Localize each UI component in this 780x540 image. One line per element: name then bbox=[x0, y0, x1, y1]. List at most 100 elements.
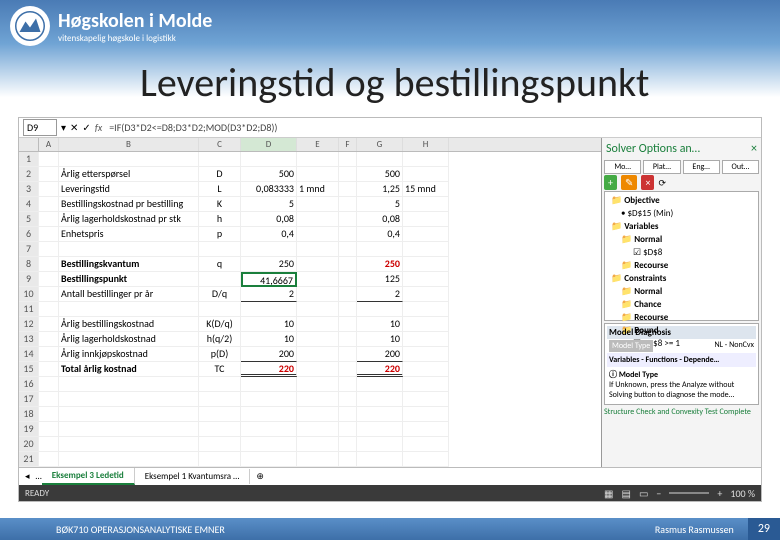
cell[interactable] bbox=[403, 257, 449, 272]
row-header[interactable]: 5 bbox=[19, 212, 39, 227]
cell[interactable]: 1,25 bbox=[357, 182, 403, 197]
cell[interactable] bbox=[297, 302, 339, 317]
cell[interactable] bbox=[199, 242, 241, 257]
cell[interactable] bbox=[403, 452, 449, 467]
cell[interactable] bbox=[199, 152, 241, 167]
cell[interactable] bbox=[297, 422, 339, 437]
cell[interactable] bbox=[403, 362, 449, 377]
zoom-in-icon[interactable]: + bbox=[717, 487, 722, 500]
view-normal-icon[interactable]: ▦ bbox=[604, 487, 613, 500]
cell[interactable]: 2 bbox=[357, 287, 403, 302]
cell[interactable]: Enhetspris bbox=[59, 227, 199, 242]
row-header[interactable]: 4 bbox=[19, 197, 39, 212]
cell[interactable] bbox=[297, 347, 339, 362]
cell[interactable] bbox=[297, 212, 339, 227]
tab-scroll-left-icon[interactable]: ◂ bbox=[19, 471, 36, 482]
cell[interactable]: TC bbox=[199, 362, 241, 377]
row-header[interactable]: 13 bbox=[19, 332, 39, 347]
cell[interactable]: 220 bbox=[357, 362, 403, 377]
cell[interactable] bbox=[297, 287, 339, 302]
cell[interactable] bbox=[403, 272, 449, 287]
cell[interactable] bbox=[403, 392, 449, 407]
row-header[interactable]: 10 bbox=[19, 287, 39, 302]
cell[interactable] bbox=[241, 242, 297, 257]
cell[interactable] bbox=[297, 152, 339, 167]
cell[interactable] bbox=[199, 452, 241, 467]
col-G[interactable]: G bbox=[357, 138, 403, 151]
fx-icon[interactable]: fx bbox=[95, 121, 102, 134]
tree-item[interactable]: 📁 Constraints bbox=[607, 272, 756, 285]
row-header[interactable]: 12 bbox=[19, 317, 39, 332]
cell[interactable] bbox=[357, 377, 403, 392]
cell[interactable] bbox=[403, 167, 449, 182]
cell[interactable] bbox=[199, 407, 241, 422]
cell[interactable]: Årlig bestillingskostnad bbox=[59, 317, 199, 332]
cell[interactable]: 250 bbox=[241, 257, 297, 272]
view-layout-icon[interactable]: ▤ bbox=[622, 487, 631, 500]
cell[interactable] bbox=[403, 212, 449, 227]
row-header[interactable]: 20 bbox=[19, 437, 39, 452]
cell[interactable] bbox=[403, 227, 449, 242]
cell[interactable]: 5 bbox=[241, 197, 297, 212]
cell[interactable]: Leveringstid bbox=[59, 182, 199, 197]
cell[interactable] bbox=[59, 242, 199, 257]
accept-icon[interactable]: ✓ bbox=[82, 121, 90, 134]
tree-item[interactable]: 📁 Normal bbox=[607, 233, 756, 246]
cell[interactable] bbox=[297, 392, 339, 407]
change-button[interactable]: ✎ bbox=[621, 175, 637, 190]
zoom-value[interactable]: 100 % bbox=[730, 487, 755, 500]
cell[interactable] bbox=[241, 452, 297, 467]
cell[interactable] bbox=[59, 302, 199, 317]
cell[interactable] bbox=[297, 332, 339, 347]
col-A[interactable]: A bbox=[39, 138, 59, 151]
pane-tab[interactable]: Mo… bbox=[604, 160, 641, 174]
pane-tab[interactable]: Out… bbox=[722, 160, 759, 174]
cell[interactable] bbox=[59, 422, 199, 437]
cell[interactable] bbox=[403, 287, 449, 302]
cell[interactable] bbox=[59, 407, 199, 422]
tree-item[interactable]: 📁 Objective bbox=[607, 194, 756, 207]
col-E[interactable]: E bbox=[297, 138, 339, 151]
cell[interactable] bbox=[241, 377, 297, 392]
cell[interactable]: Bestillingspunkt bbox=[59, 272, 199, 287]
cell[interactable] bbox=[59, 377, 199, 392]
tree-item[interactable]: • $D$15 (Min) bbox=[607, 207, 756, 220]
cell[interactable] bbox=[199, 302, 241, 317]
cell[interactable] bbox=[59, 452, 199, 467]
cell[interactable]: p(D) bbox=[199, 347, 241, 362]
cell[interactable]: L bbox=[199, 182, 241, 197]
cell[interactable] bbox=[297, 257, 339, 272]
cell[interactable]: K bbox=[199, 197, 241, 212]
cell[interactable] bbox=[297, 452, 339, 467]
cell[interactable] bbox=[241, 407, 297, 422]
cell[interactable] bbox=[357, 152, 403, 167]
row-header[interactable]: 18 bbox=[19, 407, 39, 422]
cell[interactable] bbox=[241, 422, 297, 437]
cell[interactable] bbox=[357, 437, 403, 452]
pane-tab[interactable]: Eng… bbox=[683, 160, 720, 174]
cell[interactable] bbox=[241, 152, 297, 167]
cell[interactable] bbox=[241, 392, 297, 407]
cell[interactable]: 220 bbox=[241, 362, 297, 377]
zoom-slider[interactable] bbox=[669, 492, 709, 494]
cell[interactable] bbox=[297, 317, 339, 332]
cancel-icon[interactable]: ✕ bbox=[70, 121, 78, 134]
cell[interactable] bbox=[199, 422, 241, 437]
cell[interactable] bbox=[199, 392, 241, 407]
cell[interactable]: q bbox=[199, 257, 241, 272]
cell[interactable] bbox=[297, 197, 339, 212]
cell[interactable]: Årlig lagerholdskostnad pr stk bbox=[59, 212, 199, 227]
cell[interactable] bbox=[403, 347, 449, 362]
cell[interactable]: Total årlig kostnad bbox=[59, 362, 199, 377]
tree-item[interactable]: 📁 Variables bbox=[607, 220, 756, 233]
cell[interactable] bbox=[403, 422, 449, 437]
new-sheet-icon[interactable]: ⊕ bbox=[250, 471, 270, 482]
name-box[interactable]: D9 bbox=[23, 119, 57, 136]
cell[interactable] bbox=[297, 167, 339, 182]
dropdown-icon[interactable]: ▾ bbox=[61, 121, 66, 134]
row-header[interactable]: 19 bbox=[19, 422, 39, 437]
row-header[interactable]: 7 bbox=[19, 242, 39, 257]
cell[interactable]: 500 bbox=[357, 167, 403, 182]
cell[interactable] bbox=[357, 452, 403, 467]
cell[interactable] bbox=[297, 272, 339, 287]
